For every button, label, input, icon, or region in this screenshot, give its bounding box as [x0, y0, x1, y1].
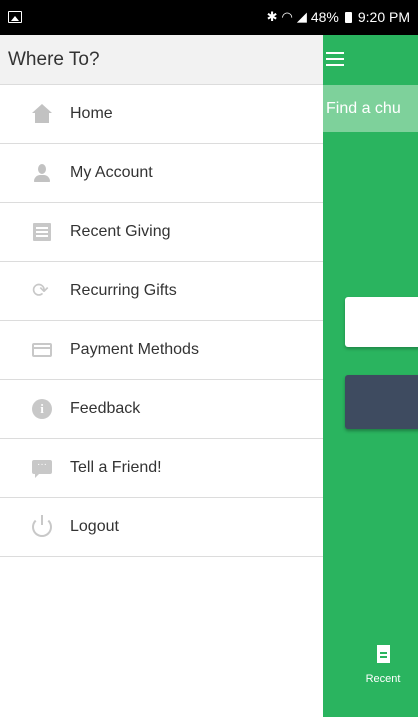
menu-item-label: Recent Giving [70, 223, 171, 240]
main-app-screen: Find a chu Recent [323, 35, 418, 717]
menu-item-label: Feedback [70, 400, 141, 417]
chat-icon: ··· [32, 458, 52, 478]
menu-item-recent-giving[interactable]: Recent Giving [0, 203, 323, 262]
menu-item-label: Logout [70, 518, 119, 535]
tab-recent[interactable]: Recent [353, 645, 413, 687]
wifi-icon: ◠ [281, 9, 293, 24]
status-indicators: ✱ ◠ ◢ 48% 9:20 PM [267, 9, 410, 25]
menu-item-home[interactable]: Home [0, 85, 323, 144]
church-search-input[interactable] [345, 297, 418, 347]
menu-item-logout[interactable]: Logout [0, 498, 323, 557]
credit-card-icon [32, 340, 52, 360]
list-icon [32, 222, 52, 242]
tab-recent-label: Recent [365, 673, 401, 685]
menu-item-tell-a-friend[interactable]: ··· Tell a Friend! [0, 439, 323, 498]
document-icon [376, 645, 390, 663]
battery-icon [344, 11, 352, 23]
signal-icon: ◢ [296, 9, 307, 24]
clock: 9:20 PM [357, 9, 410, 25]
menu-item-payment-methods[interactable]: Payment Methods [0, 321, 323, 380]
bluetooth-icon: ✱ [266, 9, 278, 24]
battery-percent: 48% [310, 9, 339, 25]
menu-item-label: Home [70, 105, 113, 122]
recurring-icon: ⟳ [32, 280, 49, 302]
menu-item-label: Tell a Friend! [70, 459, 162, 476]
power-icon [32, 515, 52, 537]
menu-item-label: My Account [70, 164, 153, 181]
app-toolbar [323, 35, 418, 85]
status-bar: ✱ ◠ ◢ 48% 9:20 PM [0, 0, 418, 35]
person-icon [32, 163, 52, 183]
find-church-banner: Find a chu [323, 85, 418, 132]
drawer-title: Where To? [8, 49, 100, 70]
hamburger-menu-icon[interactable] [326, 52, 344, 66]
menu-item-my-account[interactable]: My Account [0, 144, 323, 203]
info-icon: i [32, 399, 52, 419]
menu-item-feedback[interactable]: i Feedback [0, 380, 323, 439]
menu-item-recurring-gifts[interactable]: ⟳ Recurring Gifts [0, 262, 323, 321]
menu-item-label: Payment Methods [70, 341, 199, 358]
home-icon [32, 104, 52, 124]
menu-item-label: Recurring Gifts [70, 282, 177, 299]
drawer-header: Where To? [0, 35, 323, 85]
image-notification-icon [8, 11, 22, 23]
navigation-drawer: Where To? Home My Account Recent Giving … [0, 35, 323, 717]
search-button[interactable] [345, 375, 418, 429]
